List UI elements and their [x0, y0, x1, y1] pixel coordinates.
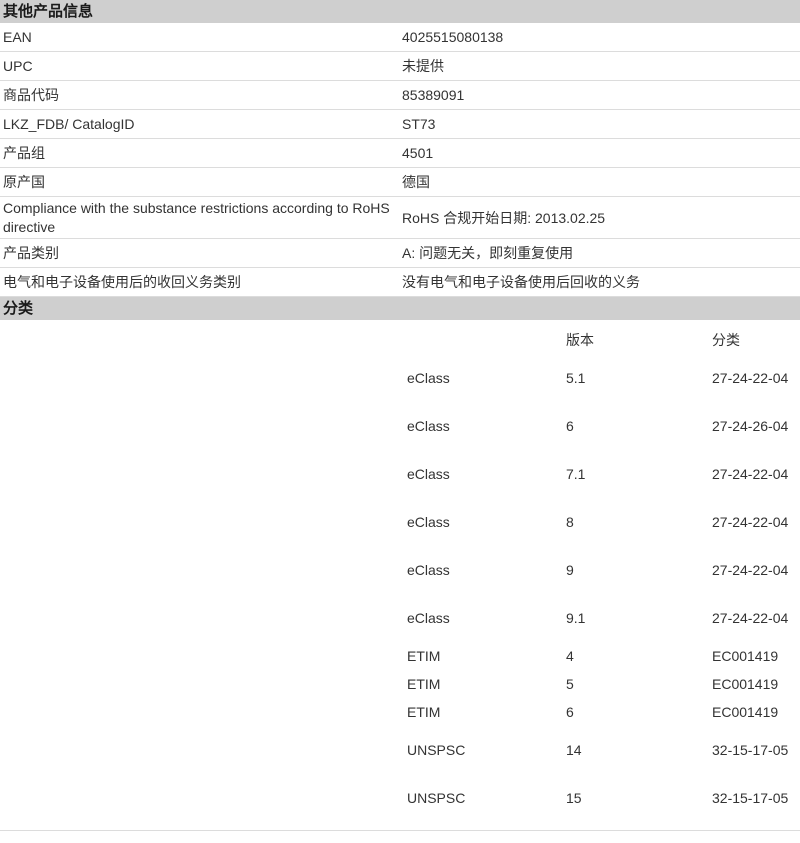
version-cell: 6 [566, 704, 574, 720]
system-cell: eClass [407, 610, 450, 626]
info-value: 4025515080138 [402, 29, 504, 45]
info-key: UPC [3, 57, 33, 74]
info-key: 电气和电子设备使用后的收回义务类别 [3, 273, 241, 290]
info-key: 商品代码 [3, 86, 59, 103]
info-value: 4501 [402, 145, 434, 161]
info-value: 没有电气和电子设备使用后回收的义务 [402, 274, 640, 290]
info-value: 德国 [402, 174, 430, 190]
version-cell: 15 [566, 790, 582, 806]
classification-section: 分类 版本 分类 eClass 5.1 27-24-22-04 eClass 6… [0, 297, 800, 831]
version-cell: 9 [566, 562, 574, 578]
info-key: 产品类别 [3, 244, 59, 261]
other-info-section: 其他产品信息 EAN 4025515080138 UPC 未提供 商品代码 85… [0, 0, 800, 297]
class-cell: 27-24-22-04 [712, 465, 789, 482]
classification-row: eClass 8 27-24-22-04 [407, 498, 800, 546]
class-cell: 27-24-26-04 [712, 417, 789, 434]
classification-row: eClass 5.1 27-24-22-04 [407, 354, 800, 402]
system-cell: ETIM [407, 704, 441, 720]
info-row-catalog-id: LKZ_FDB/ CatalogID ST73 [0, 110, 800, 139]
version-cell: 5.1 [566, 370, 586, 386]
classification-row: ETIM 5 EC001419 [407, 670, 800, 698]
info-row-upc: UPC 未提供 [0, 52, 800, 81]
info-key: LKZ_FDB/ CatalogID [3, 115, 135, 132]
classification-row: eClass 7.1 27-24-22-04 [407, 450, 800, 498]
system-cell: eClass [407, 370, 450, 386]
version-header: 版本 [566, 332, 594, 348]
class-cell: 32-15-17-05 [712, 789, 789, 806]
class-cell: EC001419 [712, 647, 779, 664]
classification-row: ETIM 6 EC001419 [407, 698, 800, 726]
info-value: ST73 [402, 116, 436, 132]
system-cell: eClass [407, 514, 450, 530]
info-value: RoHS 合规开始日期: 2013.02.25 [402, 209, 606, 226]
info-value: 未提供 [402, 58, 444, 74]
version-cell: 5 [566, 676, 574, 692]
system-cell: UNSPSC [407, 742, 466, 758]
class-cell: 27-24-22-04 [712, 369, 789, 386]
classification-row: UNSPSC 15 32-15-17-05 [407, 774, 800, 822]
classification-table: 版本 分类 eClass 5.1 27-24-22-04 eClass 6 27… [407, 326, 800, 822]
classification-row: eClass 6 27-24-26-04 [407, 402, 800, 450]
info-key: Compliance with the substance restrictio… [3, 199, 390, 235]
info-row-ean: EAN 4025515080138 [0, 23, 800, 52]
classification-header-row: 版本 分类 [407, 326, 800, 354]
info-row-product-group: 产品组 4501 [0, 139, 800, 168]
system-cell: UNSPSC [407, 790, 466, 806]
class-cell: EC001419 [712, 675, 779, 692]
class-cell: 32-15-17-05 [712, 741, 789, 758]
version-cell: 6 [566, 418, 574, 434]
system-cell: ETIM [407, 648, 441, 664]
info-value: A: 问题无关，即刻重复使用 [402, 245, 574, 261]
classification-row: eClass 9.1 27-24-22-04 [407, 594, 800, 642]
info-key: 原产国 [3, 173, 45, 190]
version-cell: 9.1 [566, 610, 586, 626]
class-cell: 27-24-22-04 [712, 609, 789, 626]
version-cell: 4 [566, 648, 574, 664]
info-key: 产品组 [3, 144, 45, 161]
version-cell: 7.1 [566, 466, 586, 482]
class-cell: 27-24-22-04 [712, 561, 789, 578]
info-row-rohs-compliance: Compliance with the substance restrictio… [0, 197, 800, 239]
other-info-title: 其他产品信息 [0, 0, 800, 23]
info-row-commodity-code: 商品代码 85389091 [0, 81, 800, 110]
system-cell: eClass [407, 418, 450, 434]
info-row-product-category: 产品类别 A: 问题无关，即刻重复使用 [0, 239, 800, 268]
version-cell: 8 [566, 514, 574, 530]
class-header: 分类 [712, 331, 740, 348]
classification-row: ETIM 4 EC001419 [407, 642, 800, 670]
classification-row: eClass 9 27-24-22-04 [407, 546, 800, 594]
info-value: 85389091 [402, 87, 465, 103]
info-row-country-of-origin: 原产国 德国 [0, 168, 800, 197]
classification-title: 分类 [0, 297, 800, 320]
system-cell: eClass [407, 466, 450, 482]
info-key: EAN [3, 28, 32, 45]
bottom-divider [0, 830, 800, 831]
version-cell: 14 [566, 742, 582, 758]
class-cell: EC001419 [712, 703, 779, 720]
class-cell: 27-24-22-04 [712, 513, 789, 530]
system-cell: eClass [407, 562, 450, 578]
system-cell: ETIM [407, 676, 441, 692]
classification-row: UNSPSC 14 32-15-17-05 [407, 726, 800, 774]
info-row-weee-category: 电气和电子设备使用后的收回义务类别 没有电气和电子设备使用后回收的义务 [0, 268, 800, 297]
